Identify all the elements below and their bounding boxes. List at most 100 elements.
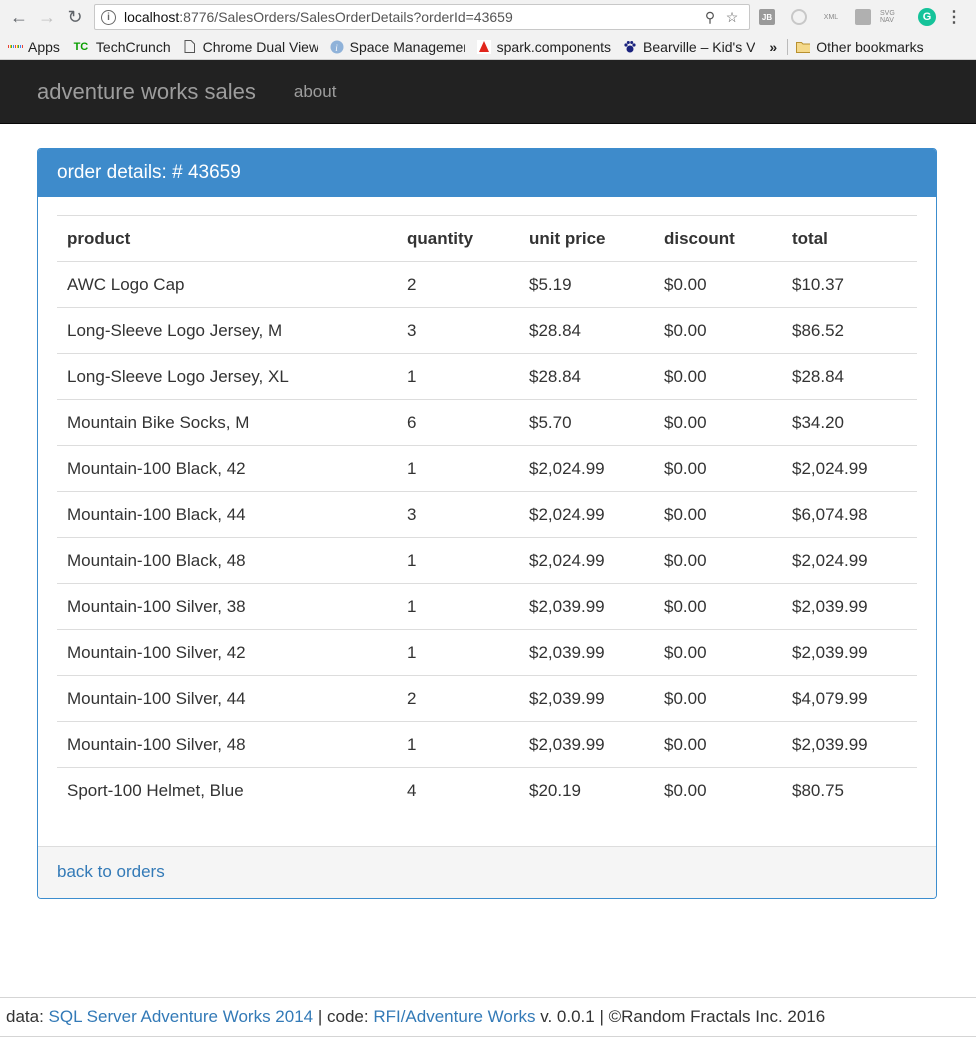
cell-quantity: 1 [397,445,519,492]
cell-unit-price: $5.19 [519,261,654,308]
cell-discount: $0.00 [654,629,782,676]
url-text[interactable]: localhost:8776/SalesOrders/SalesOrderDet… [124,9,699,25]
browser-chrome: ← → ↻ i localhost:8776/SalesOrders/Sales… [0,0,976,60]
cell-unit-price: $28.84 [519,353,654,400]
cell-total: $4,079.99 [782,675,917,722]
reload-icon[interactable]: ↻ [62,4,88,30]
opera-extension-icon[interactable] [784,9,814,25]
cell-unit-price: $2,039.99 [519,583,654,630]
cell-quantity: 1 [397,353,519,400]
column-header-discount: discount [654,215,782,262]
page-icon [183,40,197,54]
nav-about-link[interactable]: about [294,82,337,102]
cell-quantity: 3 [397,491,519,538]
bookmarks-divider [787,38,789,55]
footer-data-source-link[interactable]: SQL Server Adventure Works 2014 [49,1007,314,1027]
zoom-icon[interactable]: ⚲ [699,9,721,26]
cell-product: Mountain-100 Silver, 38 [57,583,397,630]
forward-arrow-icon[interactable]: → [34,4,60,30]
address-bar[interactable]: i localhost:8776/SalesOrders/SalesOrderD… [94,4,750,30]
cell-total: $28.84 [782,353,917,400]
footer-code-label: | code: [313,1007,374,1026]
bookmark-bearville[interactable]: Bearville – Kid's V [623,39,755,55]
cell-quantity: 2 [397,261,519,308]
cell-product: Mountain-100 Black, 48 [57,537,397,584]
cell-quantity: 2 [397,675,519,722]
order-details-table: product quantity unit price discount tot… [57,215,917,814]
footer-data-label: data: [6,1007,49,1026]
cell-total: $2,039.99 [782,583,917,630]
bookmark-star-icon[interactable]: ☆ [721,9,743,26]
more-bookmarks-chevron-icon[interactable]: » [769,39,777,55]
cell-product: Sport-100 Helmet, Blue [57,767,397,814]
cell-total: $80.75 [782,767,917,814]
cell-product: Mountain-100 Black, 44 [57,491,397,538]
cell-discount: $0.00 [654,353,782,400]
table-row: Long-Sleeve Logo Jersey, XL 1 $28.84 $0.00 $… [57,353,917,400]
address-row: ← → ↻ i localhost:8776/SalesOrders/Sales… [0,0,976,34]
cell-product: Mountain-100 Silver, 42 [57,629,397,676]
cell-unit-price: $2,039.99 [519,629,654,676]
cell-discount: $0.00 [654,307,782,354]
cell-total: $2,039.99 [782,629,917,676]
table-row: Mountain-100 Black, 48 1 $2,024.99 $0.00 $2,… [57,537,917,584]
cell-unit-price: $2,039.99 [519,721,654,768]
cell-product: Mountain-100 Silver, 48 [57,721,397,768]
cell-total: $2,024.99 [782,445,917,492]
bookmark-chrome-dual-view[interactable]: Chrome Dual View [183,39,318,55]
cell-discount: $0.00 [654,675,782,722]
table-row: Mountain-100 Black, 42 1 $2,024.99 $0.00 $2,… [57,445,917,492]
cell-product: AWC Logo Cap [57,261,397,308]
xml-extension-icon[interactable]: XML [816,14,846,21]
cell-discount: $0.00 [654,583,782,630]
cell-discount: $0.00 [654,261,782,308]
column-header-total: total [782,215,917,262]
app-navbar: adventure works sales about [0,60,976,124]
cell-product: Mountain-100 Silver, 44 [57,675,397,722]
panel-title: order details: # 43659 [38,149,936,197]
cell-product: Long-Sleeve Logo Jersey, XL [57,353,397,400]
bookmark-other-bookmarks[interactable]: Other bookmarks [796,39,924,55]
cell-total: $2,024.99 [782,537,917,584]
cell-unit-price: $2,024.99 [519,537,654,584]
footer-code-link[interactable]: RFI/Adventure Works [373,1007,535,1027]
bookmark-apps[interactable]: Apps [8,39,60,55]
cell-quantity: 1 [397,537,519,584]
panel-footer: back to orders [38,845,936,898]
cell-discount: $0.00 [654,399,782,446]
cell-quantity: 4 [397,767,519,814]
panel-body: product quantity unit price discount tot… [38,197,936,846]
table-row: Sport-100 Helmet, Blue 4 $20.19 $0.00 $80.75 [57,767,917,814]
cell-discount: $0.00 [654,491,782,538]
cell-discount: $0.00 [654,767,782,814]
brand-link[interactable]: adventure works sales [37,79,256,105]
info-globe-icon: i [330,40,344,54]
bookmark-spark-components[interactable]: spark.components [476,39,611,55]
table-row: AWC Logo Cap 2 $5.19 $0.00 $10.37 [57,261,917,308]
site-info-icon[interactable]: i [101,9,116,25]
cell-quantity: 1 [397,583,519,630]
back-arrow-icon[interactable]: ← [6,4,32,30]
bookmark-techcrunch[interactable]: TC TechCrunch [72,39,171,55]
cell-total: $2,039.99 [782,721,917,768]
cell-unit-price: $2,024.99 [519,491,654,538]
cell-discount: $0.00 [654,445,782,492]
table-row: Mountain-100 Silver, 42 1 $2,039.99 $0.00 $2… [57,629,917,676]
cell-quantity: 1 [397,629,519,676]
table-row: Mountain Bike Socks, M 6 $5.70 $0.00 $34.20 [57,399,917,446]
jetbrains-extension-icon[interactable]: JB [752,9,782,25]
table-body: AWC Logo Cap 2 $5.19 $0.00 $10.37 Long-Sleeve… [57,261,917,814]
browser-menu-icon[interactable]: ⋮ [944,7,964,27]
back-to-orders-link[interactable]: back to orders [57,862,165,882]
footer-copyright: v. 0.0.1 | ©Random Fractals Inc. 2016 [535,1007,826,1026]
svg-nav-extension-icon[interactable]: SVG NAV [880,10,910,24]
grammarly-extension-icon[interactable]: G [912,8,942,26]
cell-unit-price: $5.70 [519,399,654,446]
bookmark-space-management[interactable]: i Space Management [330,39,465,55]
paw-icon [623,40,637,54]
cell-unit-price: $20.19 [519,767,654,814]
cell-product: Long-Sleeve Logo Jersey, M [57,307,397,354]
screenshot-extension-icon[interactable] [848,9,878,25]
cell-product: Mountain Bike Socks, M [57,399,397,446]
cell-quantity: 3 [397,307,519,354]
